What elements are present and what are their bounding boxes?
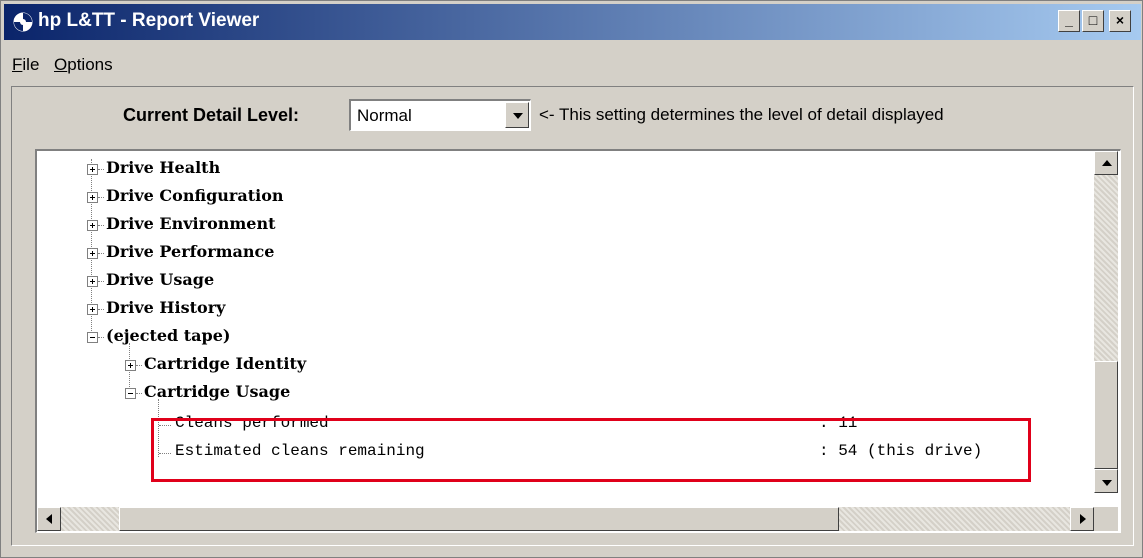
- tree-connector: [98, 253, 104, 254]
- scroll-up-button[interactable]: [1094, 151, 1118, 175]
- expand-plus-icon[interactable]: [87, 164, 98, 175]
- window-title: hp L&TT - Report Viewer: [38, 10, 260, 31]
- tree-node-cartridge-identity[interactable]: Cartridge Identity: [144, 354, 306, 373]
- scroll-right-icon: [1080, 514, 1086, 524]
- menu-file-mnemonic: F: [12, 55, 23, 74]
- tree-connector: [136, 393, 142, 394]
- tree-node-cartridge-usage[interactable]: Cartridge Usage: [144, 382, 290, 401]
- detail-level-hint: <- This setting determines the level of …: [539, 105, 944, 124]
- tree-node-drive-performance[interactable]: Drive Performance: [106, 242, 274, 261]
- tree-connector: [98, 309, 104, 310]
- tree-connector: [98, 337, 104, 338]
- vertical-scrollbar[interactable]: [1094, 151, 1118, 493]
- tree-node-drive-usage[interactable]: Drive Usage: [106, 270, 214, 289]
- menu-file-label: ile: [22, 55, 40, 74]
- horizontal-scroll-thumb[interactable]: [119, 507, 839, 531]
- maximize-button[interactable]: □: [1082, 10, 1104, 32]
- dropdown-arrow-icon: [513, 113, 523, 119]
- scroll-down-button[interactable]: [1094, 469, 1118, 493]
- tree-connector: [136, 365, 142, 366]
- report-viewer-window: hp L&TT - Report Viewer _ □ × File Optio…: [0, 0, 1143, 558]
- tree-node-drive-environment[interactable]: Drive Environment: [106, 214, 276, 233]
- title-bar[interactable]: hp L&TT - Report Viewer _ □ ×: [4, 4, 1141, 40]
- close-button[interactable]: ×: [1109, 10, 1131, 32]
- scroll-down-icon: [1102, 480, 1112, 486]
- expand-plus-icon[interactable]: [87, 220, 98, 231]
- tree-connector: [98, 197, 104, 198]
- tree-connector: [98, 169, 104, 170]
- menu-options[interactable]: Options: [54, 55, 113, 75]
- menu-file[interactable]: File: [12, 55, 39, 75]
- menu-options-mnemonic: O: [54, 55, 68, 74]
- scroll-right-button[interactable]: [1070, 507, 1094, 531]
- tree-node-drive-configuration[interactable]: Drive Configuration: [106, 186, 284, 205]
- highlight-box: [151, 418, 1031, 482]
- detail-level-value: Normal: [357, 106, 412, 125]
- collapse-minus-icon[interactable]: [125, 388, 136, 399]
- detail-level-select[interactable]: Normal: [349, 99, 531, 131]
- minimize-button[interactable]: _: [1058, 10, 1080, 32]
- expand-plus-icon[interactable]: [87, 248, 98, 259]
- scrollbar-corner: [1094, 507, 1118, 531]
- expand-plus-icon[interactable]: [87, 192, 98, 203]
- scroll-left-button[interactable]: [37, 507, 61, 531]
- tree-connector: [98, 281, 104, 282]
- menu-options-label: ptions: [67, 55, 113, 74]
- scroll-up-icon: [1102, 160, 1112, 166]
- tree-node-ejected-tape[interactable]: (ejected tape): [106, 326, 230, 345]
- detail-level-label: Current Detail Level:: [123, 105, 300, 125]
- tree-connector: [98, 225, 104, 226]
- expand-plus-icon[interactable]: [125, 360, 136, 371]
- vertical-scroll-thumb[interactable]: [1094, 361, 1118, 469]
- collapse-minus-icon[interactable]: [87, 332, 98, 343]
- expand-plus-icon[interactable]: [87, 276, 98, 287]
- tree-node-drive-health[interactable]: Drive Health: [106, 158, 220, 177]
- dropdown-button[interactable]: [505, 102, 529, 128]
- horizontal-scrollbar[interactable]: [37, 507, 1094, 531]
- hp-logo-icon: [12, 11, 34, 33]
- tree-node-drive-history[interactable]: Drive History: [106, 298, 225, 317]
- expand-plus-icon[interactable]: [87, 304, 98, 315]
- scroll-left-icon: [46, 514, 52, 524]
